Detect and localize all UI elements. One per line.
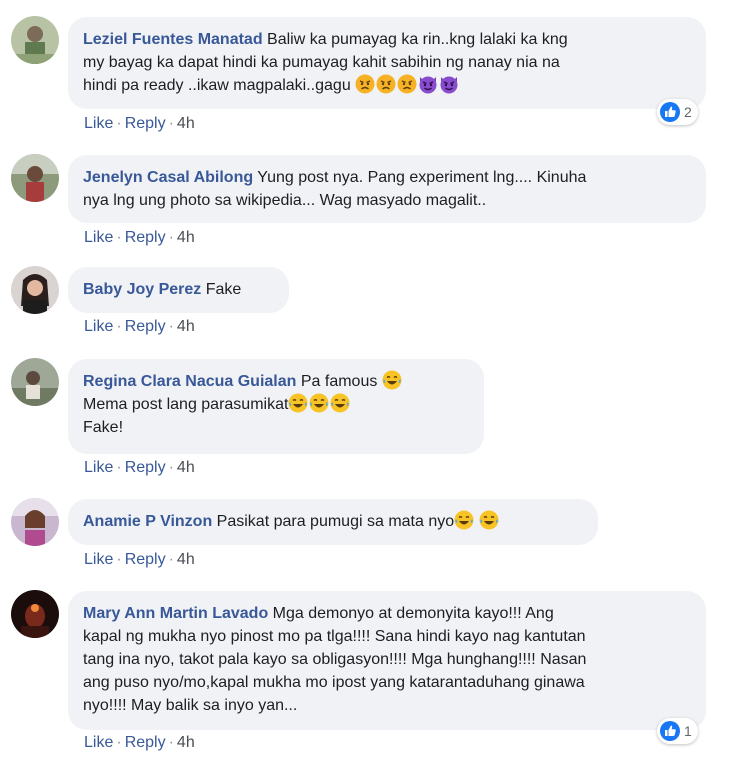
comment-text: nyo!!!! May balik sa inyo yan... — [83, 697, 298, 714]
comment-bubble: Jenelyn Casal Abilong Yung post nya. Pan… — [68, 155, 706, 223]
comment-author[interactable]: Anamie P Vinzon — [83, 513, 212, 530]
reply-link[interactable]: Reply — [125, 459, 166, 476]
timestamp[interactable]: 4h — [177, 229, 195, 246]
separator-dot: · — [116, 551, 122, 568]
comment-text: Yung post nya. Pang experiment lng.... K… — [257, 169, 587, 186]
comment-text: my bayag ka dapat hindi ka pumayag kahit… — [83, 54, 560, 71]
like-link[interactable]: Like — [84, 734, 113, 751]
avatar[interactable] — [11, 358, 59, 406]
separator-dot: · — [168, 734, 174, 751]
reaction-count[interactable]: 1 — [657, 718, 698, 744]
avatar[interactable] — [11, 266, 59, 314]
comment-text: hindi pa ready ..ikaw magpalaki..gagu — [83, 77, 351, 94]
laughing-crying-emoji — [288, 393, 308, 413]
reply-link[interactable]: Reply — [125, 115, 166, 132]
laughing-crying-emoji — [479, 510, 499, 530]
purple-devil-emoji — [418, 74, 438, 94]
comment-text: nya lng ung photo sa wikipedia... Wag ma… — [83, 192, 487, 209]
separator-dot: · — [116, 734, 122, 751]
comment-bubble: Anamie P Vinzon Pasikat para pumugi sa m… — [68, 499, 598, 545]
separator-dot: · — [168, 551, 174, 568]
angry-face-emoji — [397, 74, 417, 94]
comment-text: Baliw ka pumayag ka rin..kng lalaki ka k… — [267, 31, 568, 48]
comment-bubble: Mary Ann Martin Lavado Mga demonyo at de… — [68, 591, 706, 730]
timestamp[interactable]: 4h — [177, 318, 195, 335]
timestamp[interactable]: 4h — [177, 459, 195, 476]
comment-author[interactable]: Leziel Fuentes Manatad — [83, 31, 263, 48]
angry-face-emoji — [376, 74, 396, 94]
timestamp[interactable]: 4h — [177, 734, 195, 751]
comment-actions: Like · Reply · 4h — [84, 459, 195, 477]
separator-dot: · — [168, 459, 174, 476]
reply-link[interactable]: Reply — [125, 318, 166, 335]
like-icon — [660, 721, 680, 741]
like-icon — [660, 102, 680, 122]
separator-dot: · — [168, 115, 174, 132]
separator-dot: · — [116, 229, 122, 246]
separator-dot: · — [116, 318, 122, 335]
reaction-count-label: 2 — [684, 104, 692, 120]
comment-actions: Like · Reply · 4h — [84, 551, 195, 569]
avatar[interactable] — [11, 498, 59, 546]
avatar[interactable] — [11, 154, 59, 202]
comment-bubble: Regina Clara Nacua Guialan Pa famous Mem… — [68, 359, 484, 454]
comment-bubble: Leziel Fuentes Manatad Baliw ka pumayag … — [68, 17, 706, 109]
timestamp[interactable]: 4h — [177, 115, 195, 132]
separator-dot: · — [168, 229, 174, 246]
purple-devil-emoji — [439, 74, 459, 94]
comment-actions: Like · Reply · 4h — [84, 734, 195, 752]
comment-text: ang puso nyo/mo,kapal mukha mo ipost yan… — [83, 674, 585, 691]
reply-link[interactable]: Reply — [125, 734, 166, 751]
comment-text: Fake — [205, 281, 242, 298]
like-link[interactable]: Like — [84, 459, 113, 476]
comment-actions: Like · Reply · 4h — [84, 318, 195, 336]
avatar[interactable] — [11, 590, 59, 638]
reply-link[interactable]: Reply — [125, 551, 166, 568]
laughing-crying-emoji — [330, 393, 350, 413]
comment-actions: Like · Reply · 4h — [84, 115, 195, 133]
laughing-crying-emoji — [454, 510, 474, 530]
comment-bubble: Baby Joy Perez Fake — [68, 267, 289, 313]
comment-author[interactable]: Regina Clara Nacua Guialan — [83, 373, 296, 390]
like-link[interactable]: Like — [84, 115, 113, 132]
separator-dot: · — [116, 459, 122, 476]
comment-author[interactable]: Jenelyn Casal Abilong — [83, 169, 253, 186]
comment-text: Pa famous — [300, 373, 382, 390]
comment-actions: Like · Reply · 4h — [84, 229, 195, 247]
comment-text: Mga demonyo at demonyita kayo!!! Ang — [272, 605, 554, 622]
laughing-crying-emoji — [309, 393, 329, 413]
comment-text: tang ina nyo, takot pala kayo sa obligas… — [83, 651, 587, 668]
comment-author[interactable]: Baby Joy Perez — [83, 281, 201, 298]
reply-link[interactable]: Reply — [125, 229, 166, 246]
comment-text: Mema post lang parasumikat — [83, 396, 289, 413]
like-link[interactable]: Like — [84, 318, 113, 335]
avatar[interactable] — [11, 16, 59, 64]
comment-text: Fake! — [83, 419, 124, 436]
laughing-crying-emoji — [382, 370, 402, 390]
comment-author[interactable]: Mary Ann Martin Lavado — [83, 605, 268, 622]
reaction-count[interactable]: 2 — [657, 99, 698, 125]
reaction-count-label: 1 — [684, 723, 692, 739]
angry-face-emoji — [355, 74, 375, 94]
like-link[interactable]: Like — [84, 551, 113, 568]
separator-dot: · — [116, 115, 122, 132]
separator-dot: · — [168, 318, 174, 335]
timestamp[interactable]: 4h — [177, 551, 195, 568]
comment-text: kapal ng mukha nyo pinost mo pa tlga!!!!… — [83, 628, 586, 645]
comment-text: Pasikat para pumugi sa mata nyo — [216, 513, 455, 530]
like-link[interactable]: Like — [84, 229, 113, 246]
